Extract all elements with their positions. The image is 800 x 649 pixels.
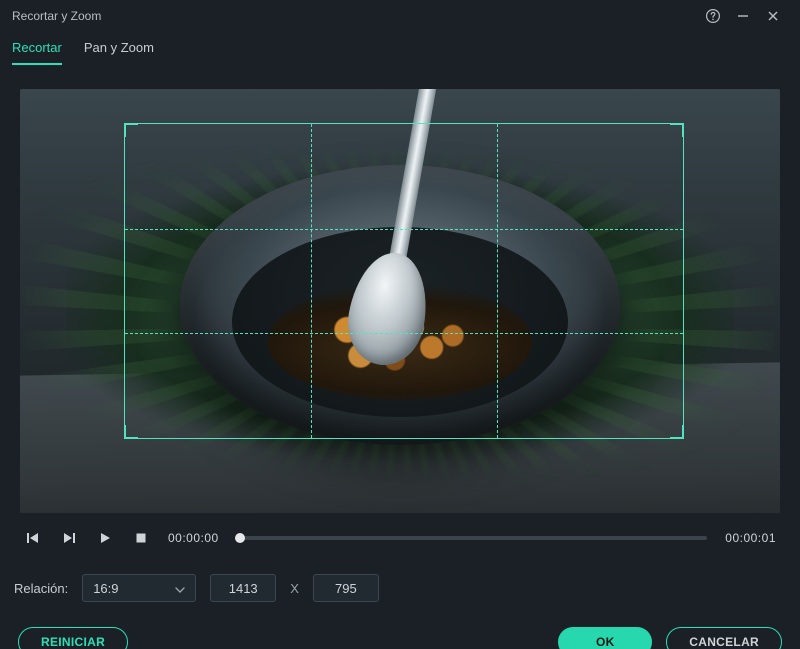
close-icon[interactable] — [758, 0, 788, 32]
crop-handle-tl[interactable] — [124, 123, 138, 137]
seek-knob[interactable] — [235, 533, 245, 543]
cancel-button[interactable]: CANCELAR — [666, 627, 782, 649]
playback-bar: 00:00:00 00:00:01 — [0, 513, 800, 553]
seek-slider[interactable] — [237, 536, 708, 540]
tab-crop[interactable]: Recortar — [12, 40, 62, 65]
preview-container — [0, 65, 800, 513]
tab-pan-zoom[interactable]: Pan y Zoom — [84, 40, 154, 65]
step-back-icon[interactable] — [24, 529, 42, 547]
crop-width-input[interactable]: 1413 — [210, 574, 276, 602]
crop-grid-line — [125, 229, 683, 230]
help-icon[interactable] — [698, 0, 728, 32]
crop-rectangle[interactable] — [124, 123, 684, 439]
aspect-ratio-select[interactable]: 16:9 — [82, 574, 196, 602]
dialog-footer: REINICIAR OK CANCELAR — [0, 603, 800, 649]
ratio-label: Relación: — [14, 581, 68, 596]
video-preview[interactable] — [20, 89, 780, 513]
chevron-down-icon — [175, 581, 185, 596]
minimize-icon[interactable] — [728, 0, 758, 32]
stop-icon[interactable] — [132, 529, 150, 547]
crop-height-value: 795 — [335, 581, 357, 596]
dimension-separator: X — [290, 581, 299, 596]
total-time: 00:00:01 — [725, 531, 776, 545]
crop-controls-row: Relación: 16:9 1413 X 795 — [0, 553, 800, 603]
reset-button[interactable]: REINICIAR — [18, 627, 128, 649]
ok-button[interactable]: OK — [558, 627, 652, 649]
crop-grid-line — [311, 124, 312, 438]
tabs-bar: Recortar Pan y Zoom — [0, 32, 800, 65]
play-icon[interactable] — [96, 529, 114, 547]
aspect-ratio-value: 16:9 — [93, 581, 118, 596]
crop-handle-tr[interactable] — [670, 123, 684, 137]
crop-grid-line — [125, 333, 683, 334]
crop-grid-line — [497, 124, 498, 438]
current-time: 00:00:00 — [168, 531, 219, 545]
crop-handle-bl[interactable] — [124, 425, 138, 439]
crop-height-input[interactable]: 795 — [313, 574, 379, 602]
crop-handle-br[interactable] — [670, 425, 684, 439]
titlebar: Recortar y Zoom — [0, 0, 800, 32]
step-forward-icon[interactable] — [60, 529, 78, 547]
window-title: Recortar y Zoom — [12, 9, 101, 23]
crop-width-value: 1413 — [229, 581, 258, 596]
